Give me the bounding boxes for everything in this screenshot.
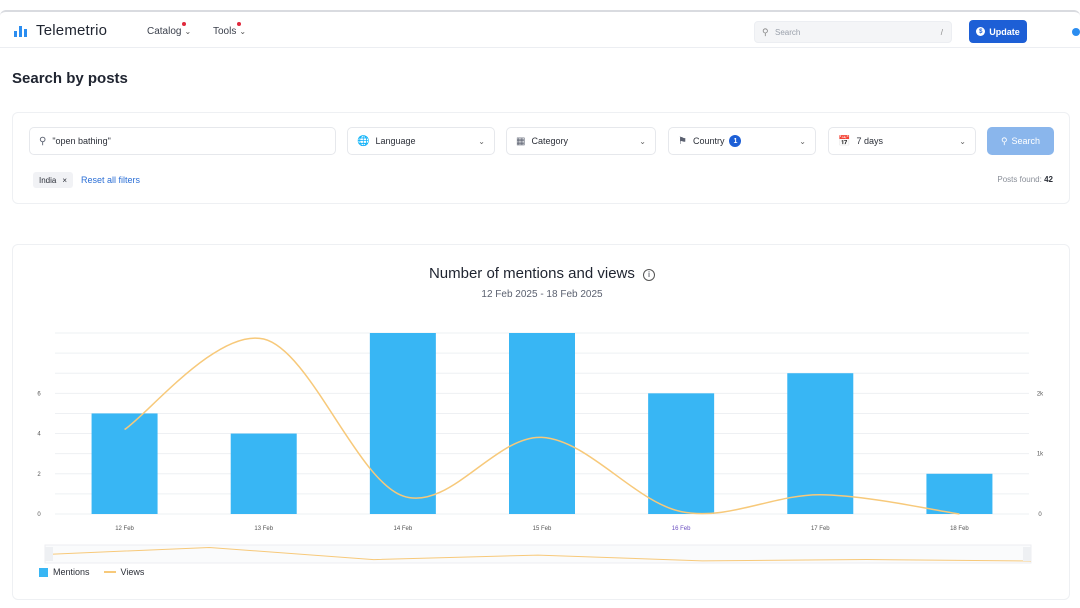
search-placeholder: Search: [775, 28, 801, 37]
notification-dot: [182, 22, 186, 26]
legend-mentions[interactable]: Mentions: [39, 567, 90, 577]
mentions-bar: [648, 393, 715, 514]
search-icon: ⚲: [39, 135, 47, 147]
chip-label: India: [39, 175, 57, 185]
chevron-down-icon: ⌄: [478, 137, 485, 146]
mentions-bar: [91, 413, 158, 514]
chevron-down-icon: ⌄: [239, 27, 247, 36]
page-title: Search by posts: [12, 70, 128, 87]
query-input[interactable]: ⚲ "open bathing": [29, 127, 336, 155]
nav-tools[interactable]: Tools ⌄: [213, 22, 247, 37]
chevron-down-icon: ⌄: [799, 137, 806, 146]
logo[interactable]: Telemetrio: [14, 22, 107, 39]
navigator-handle-right: [1023, 547, 1031, 561]
y-left-tick-label: 0: [37, 512, 41, 518]
update-button[interactable]: $ Update: [969, 20, 1027, 43]
legend-views[interactable]: Views: [103, 567, 145, 577]
x-tick-label: 13 Feb: [254, 526, 273, 532]
mentions-bar: [787, 373, 854, 514]
category-label: Category: [531, 136, 568, 146]
filter-chip-india: India ×: [33, 172, 74, 188]
x-tick-label: 17 Feb: [811, 526, 830, 532]
period-select[interactable]: 📅 7 days ⌄: [828, 127, 976, 155]
query-value: "open bathing": [52, 136, 111, 146]
mentions-bar: [230, 433, 297, 514]
reset-filters-link[interactable]: Reset all filters: [81, 175, 140, 185]
x-tick-label: 15 Feb: [533, 526, 552, 532]
country-count-badge: 1: [729, 135, 742, 147]
legend-views-label: Views: [120, 567, 145, 577]
logo-text: Telemetrio: [36, 22, 108, 39]
y-right-tick-label: 2k: [1037, 391, 1044, 397]
mentions-bar: [926, 473, 993, 514]
navigator-handle-left: [45, 547, 53, 561]
x-tick-label: 16 Feb: [672, 526, 691, 532]
close-icon[interactable]: ×: [62, 176, 67, 185]
app-window: Telemetrio Catalog ⌄ Tools ⌄ ⚲ Search / …: [0, 10, 1080, 600]
chart-legend: Mentions Views: [39, 567, 144, 577]
avatar[interactable]: [1072, 28, 1080, 36]
search-icon: ⚲: [1000, 135, 1008, 146]
posts-found-label: Posts found:: [997, 175, 1042, 184]
y-left-tick-label: 6: [37, 391, 41, 397]
posts-found-count: 42: [1044, 175, 1053, 184]
dollar-icon: $: [976, 27, 986, 36]
country-select[interactable]: ⚑ Country 1 ⌄: [668, 127, 816, 155]
legend-swatch: [39, 567, 48, 577]
top-navigation: Telemetrio Catalog ⌄ Tools ⌄ ⚲ Search / …: [0, 12, 1080, 48]
x-tick-label: 18 Feb: [950, 526, 969, 532]
y-right-tick-label: 1k: [1037, 452, 1044, 458]
calendar-icon: 📅: [838, 135, 851, 147]
search-button-label: Search: [1011, 136, 1041, 146]
y-right-tick-label: 0: [1038, 512, 1042, 518]
language-select[interactable]: 🌐 Language ⌄: [347, 127, 495, 155]
nav-catalog-label: Catalog: [147, 26, 182, 37]
country-label: Country: [692, 136, 725, 146]
nav-catalog[interactable]: Catalog ⌄: [147, 22, 192, 37]
mentions-bar: [509, 333, 575, 514]
nav-tools-label: Tools: [213, 26, 237, 37]
notification-dot: [237, 22, 241, 26]
legend-swatch: [103, 571, 116, 573]
y-left-tick-label: 4: [37, 432, 41, 438]
chevron-down-icon: ⌄: [639, 137, 646, 146]
globe-icon: 🌐: [357, 135, 370, 147]
mentions-views-chart: 12 Feb 13 Feb 14 Feb 15 Feb 16 Feb 17 Feb 18 F…: [37, 332, 1044, 564]
chevron-down-icon: ⌄: [184, 27, 192, 36]
chevron-down-icon: ⌄: [959, 137, 966, 146]
search-icon: ⚲: [762, 27, 769, 37]
category-select[interactable]: ▦ Category ⌄: [506, 127, 656, 155]
update-label: Update: [989, 26, 1020, 37]
global-search-input[interactable]: ⚲ Search /: [754, 21, 952, 43]
filter-panel: ⚲ "open bathing" 🌐 Language ⌄ ▦ Category…: [12, 112, 1070, 204]
chart-panel: Number of mentions and views i 12 Feb 20…: [12, 244, 1070, 600]
flag-icon: ⚑: [678, 135, 687, 147]
period-label: 7 days: [856, 136, 883, 146]
y-left-tick-label: 2: [37, 472, 41, 478]
search-shortcut: /: [940, 28, 943, 37]
language-label: Language: [375, 136, 416, 146]
x-tick-label: 14 Feb: [394, 526, 413, 532]
search-button[interactable]: ⚲ Search: [987, 127, 1054, 155]
grid-icon: ▦: [516, 135, 526, 147]
posts-found: Posts found: 42: [997, 175, 1053, 184]
x-tick-label: 12 Feb: [115, 526, 134, 532]
legend-mentions-label: Mentions: [53, 567, 90, 577]
bar-chart-logo-icon: [14, 25, 28, 37]
mentions-bar: [369, 333, 436, 514]
